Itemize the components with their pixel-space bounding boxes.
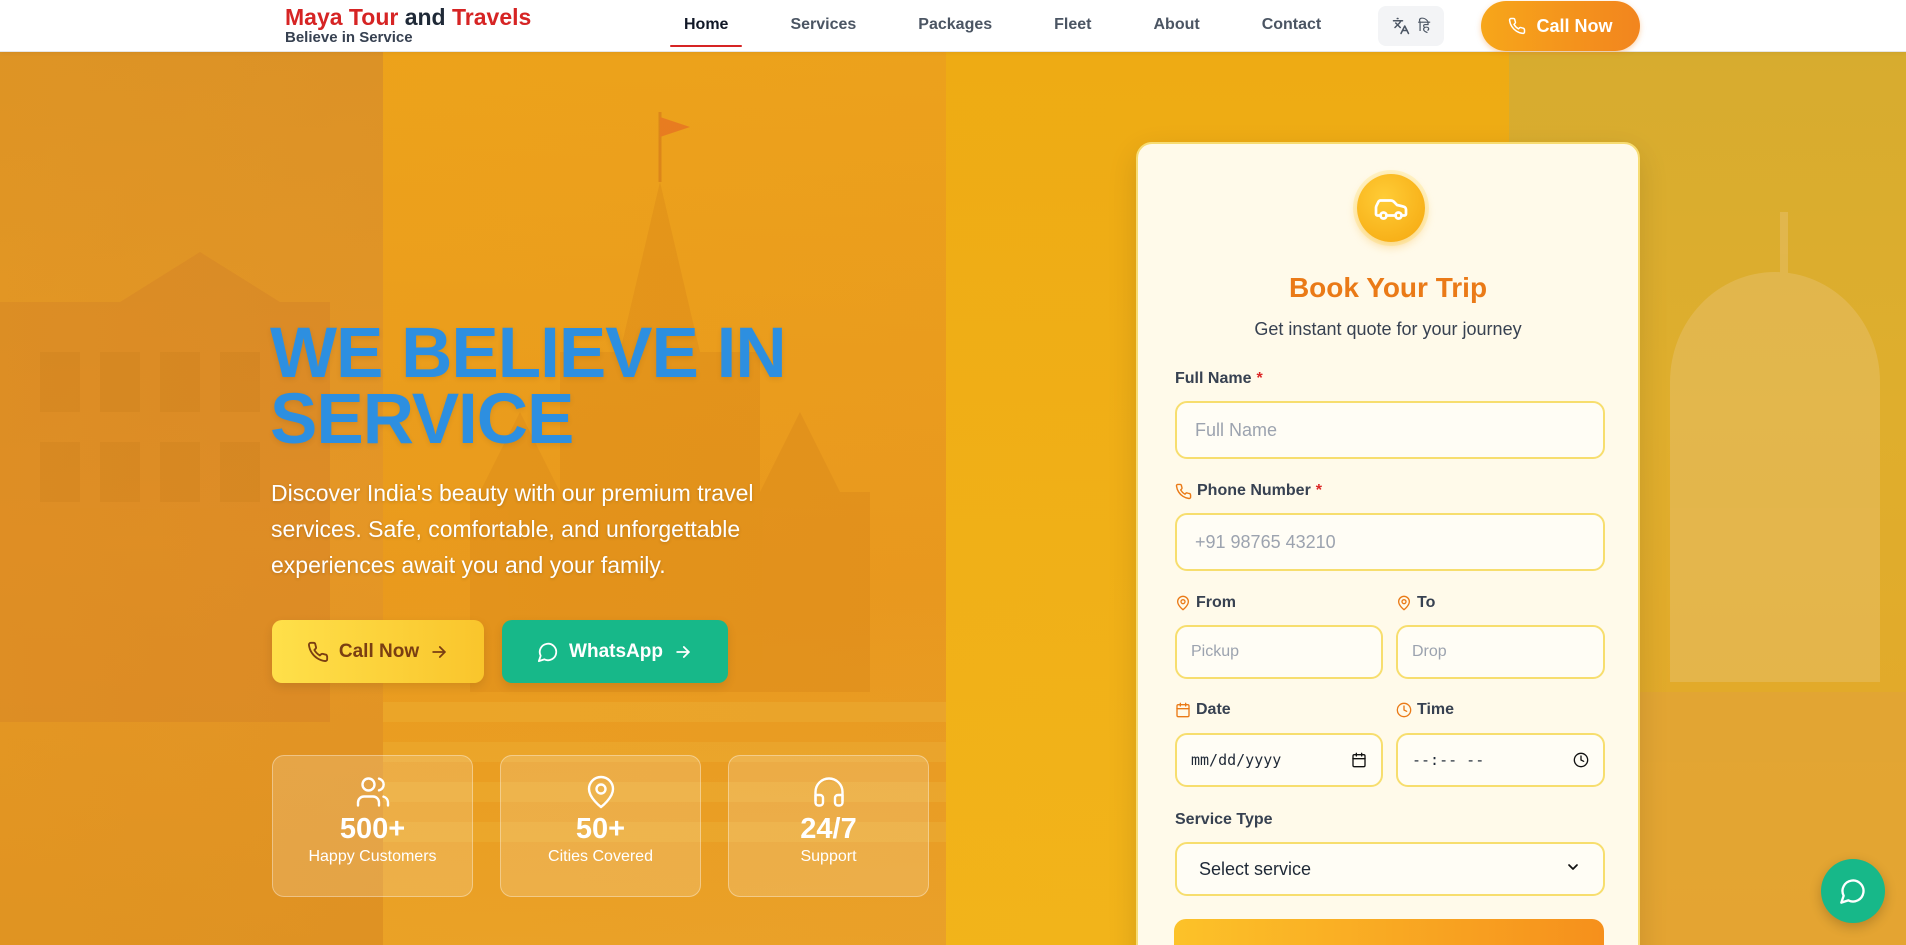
arrow-right-icon — [432, 645, 446, 658]
calendar-icon — [1176, 702, 1190, 718]
map-pin-icon — [587, 775, 614, 809]
time-input[interactable]: --:-- -- — [1396, 733, 1605, 787]
stat-card-support: 24/7 Support — [728, 755, 929, 897]
phone-icon — [307, 641, 328, 662]
time-picker-trigger[interactable] — [1573, 752, 1589, 768]
nav-call-now-button[interactable]: Call Now — [1481, 1, 1640, 51]
date-label: Date — [1175, 701, 1231, 719]
map-pin-icon — [1177, 595, 1189, 611]
hero-headline-line2: SERVICE — [270, 380, 574, 459]
phone-label-text: Phone Number — [1197, 482, 1311, 499]
full-name-label: Full Name * — [1175, 370, 1263, 388]
required-mark: * — [1315, 482, 1323, 499]
nav-call-now-label: Call Now — [1536, 15, 1613, 36]
from-label-text: From — [1196, 594, 1236, 611]
brand-tagline: Believe in Service — [285, 29, 413, 46]
chevron-down-icon — [1565, 859, 1581, 880]
language-label: हि — [1418, 17, 1430, 35]
brand-name-part2: and — [404, 4, 446, 30]
date-value: mm/dd/yyyy — [1191, 751, 1282, 769]
hero-subtext: Discover India's beauty with our premium… — [271, 480, 754, 578]
to-input[interactable]: Drop — [1396, 625, 1605, 679]
card-badge — [1357, 174, 1425, 242]
booking-subtitle: Get instant quote for your journey — [1254, 319, 1522, 339]
phone-placeholder: +91 98765 43210 — [1195, 531, 1336, 552]
stat-label: Cities Covered — [548, 848, 653, 865]
stat-label: Support — [800, 848, 857, 865]
hero-headline-line1: WE BELIEVE IN — [270, 314, 787, 393]
nav-home[interactable]: Home — [670, 0, 743, 52]
full-name-input[interactable]: Full Name — [1175, 401, 1605, 459]
from-input[interactable]: Pickup — [1175, 625, 1383, 679]
map-pin-icon — [1398, 595, 1410, 611]
hero-whatsapp-label: WhatsApp — [569, 640, 663, 662]
chat-bubble-icon — [537, 642, 558, 662]
booking-title: Book Your Trip — [1288, 272, 1488, 303]
phone-input[interactable]: +91 98765 43210 — [1175, 513, 1605, 571]
brand-logo[interactable]: Maya Tour and Travels Believe in Service — [285, 4, 531, 46]
date-input[interactable]: mm/dd/yyyy — [1175, 733, 1383, 787]
from-placeholder: Pickup — [1191, 643, 1240, 660]
required-mark: * — [1256, 370, 1263, 387]
brand-name-part3: Travels — [452, 4, 532, 30]
phone-label: Phone Number * — [1175, 482, 1322, 500]
to-label: To — [1396, 594, 1435, 612]
clock-icon — [1573, 752, 1589, 768]
time-label: Time — [1396, 701, 1454, 719]
nav-services[interactable]: Services — [776, 0, 870, 52]
floating-chat-button[interactable] — [1821, 859, 1885, 923]
chat-bubble-icon — [1840, 879, 1865, 904]
hero-headline: WE BELIEVE IN SERVICE — [270, 314, 787, 459]
to-placeholder: Drop — [1412, 643, 1447, 660]
clock-icon — [1396, 702, 1412, 718]
hero-call-now-button[interactable]: Call Now — [272, 620, 484, 683]
date-picker-trigger[interactable] — [1351, 752, 1367, 768]
time-label-text: Time — [1417, 701, 1455, 718]
car-icon — [1374, 199, 1408, 220]
main-nav: Home Services Packages Fleet About Conta… — [670, 0, 1369, 52]
phone-icon — [1509, 17, 1526, 35]
booking-form-card: Book Your Trip Get instant quote for you… — [1136, 142, 1640, 945]
service-type-label: Service Type — [1175, 811, 1273, 829]
stat-card-customers: 500+ Happy Customers — [272, 755, 473, 897]
brand-name: Maya Tour and Travels — [285, 4, 531, 30]
service-type-select[interactable]: Select service — [1175, 842, 1605, 896]
calendar-icon — [1352, 752, 1366, 768]
stat-label: Happy Customers — [308, 848, 437, 865]
get-quote-button[interactable] — [1174, 919, 1604, 945]
navbar: Maya Tour and Travels Believe in Service… — [0, 0, 1906, 52]
to-label-text: To — [1417, 594, 1436, 611]
from-label: From — [1175, 594, 1236, 612]
nav-fleet[interactable]: Fleet — [1040, 0, 1105, 52]
language-toggle-button[interactable]: हि — [1378, 6, 1444, 46]
users-icon — [356, 777, 389, 807]
date-label-text: Date — [1196, 701, 1231, 718]
stat-value: 500+ — [339, 813, 406, 845]
nav-contact[interactable]: Contact — [1248, 0, 1336, 52]
translate-icon — [1392, 17, 1410, 35]
hero-call-now-label: Call Now — [338, 640, 420, 662]
stat-value: 50+ — [575, 813, 626, 845]
phone-icon — [1175, 483, 1192, 499]
service-type-value: Select service — [1199, 858, 1312, 879]
full-name-placeholder: Full Name — [1195, 419, 1278, 440]
full-name-label-text: Full Name — [1175, 370, 1252, 387]
headphones-icon — [813, 777, 844, 807]
nav-packages[interactable]: Packages — [904, 0, 1006, 52]
stat-value: 24/7 — [800, 813, 857, 845]
service-type-label-text: Service Type — [1175, 811, 1273, 828]
stat-card-cities: 50+ Cities Covered — [500, 755, 701, 897]
brand-name-part1: Maya Tour — [285, 4, 399, 30]
arrow-right-icon — [676, 645, 690, 658]
hero-whatsapp-button[interactable]: WhatsApp — [502, 620, 728, 683]
nav-about[interactable]: About — [1139, 0, 1213, 52]
time-value: --:-- -- — [1412, 751, 1485, 769]
